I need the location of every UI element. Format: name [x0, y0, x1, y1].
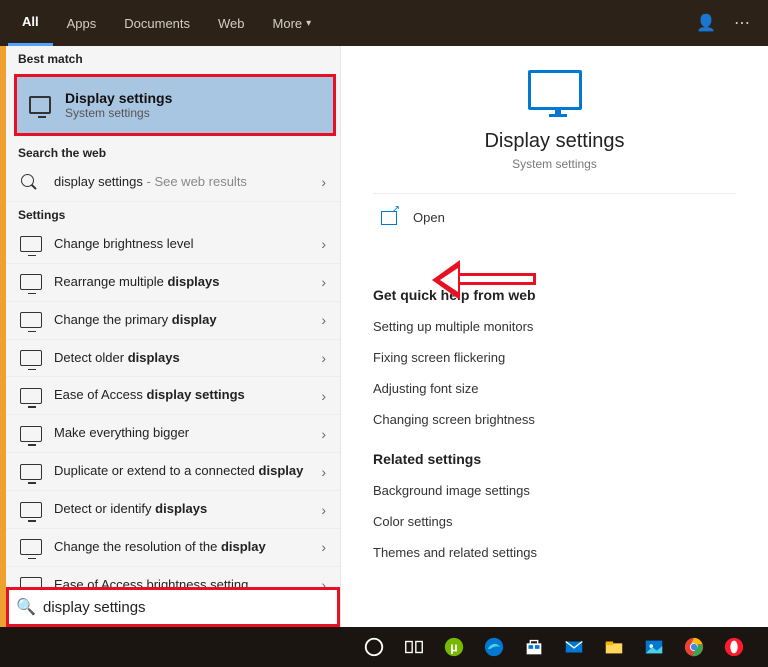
taskbar-chrome-icon[interactable]	[674, 627, 714, 667]
taskbar: µ	[0, 627, 768, 667]
tab-all[interactable]: All	[8, 0, 53, 46]
chevron-right-icon: ›	[321, 274, 326, 290]
open-button[interactable]: Open	[373, 193, 736, 241]
settings-row[interactable]: Make everything bigger›	[6, 415, 340, 453]
account-icon[interactable]: 👤	[688, 13, 724, 33]
search-tabs-bar: All Apps Documents Web More▾ 👤 ⋯	[0, 0, 768, 46]
settings-row[interactable]: Rearrange multiple displays›	[6, 264, 340, 302]
settings-row[interactable]: Change the primary display›	[6, 302, 340, 340]
help-link[interactable]: Fixing screen flickering	[373, 342, 736, 373]
monitor-icon	[20, 274, 42, 290]
related-settings-header: Related settings	[373, 451, 736, 467]
preview-title: Display settings	[373, 130, 736, 153]
preview-panel: Display settings System settings Open Ge…	[340, 46, 768, 627]
settings-row[interactable]: Detect or identify displays›	[6, 491, 340, 529]
tab-documents[interactable]: Documents	[110, 0, 204, 46]
search-web-header: Search the web	[6, 140, 340, 164]
monitor-icon	[20, 312, 42, 328]
best-match-item[interactable]: Display settings System settings	[14, 74, 336, 136]
search-icon: 🔍	[9, 597, 43, 617]
open-icon	[381, 211, 397, 225]
monitor-icon	[20, 426, 42, 442]
taskbar-utorrent-icon[interactable]: µ	[434, 627, 474, 667]
chevron-right-icon: ›	[321, 312, 326, 328]
taskbar-taskview-icon[interactable]	[394, 627, 434, 667]
taskbar-cortana-icon[interactable]	[354, 627, 394, 667]
more-options-icon[interactable]: ⋯	[724, 13, 760, 33]
chevron-right-icon: ›	[321, 388, 326, 404]
taskbar-opera-icon[interactable]	[714, 627, 754, 667]
search-box[interactable]: 🔍	[6, 587, 340, 627]
monitor-icon	[20, 350, 42, 366]
chevron-right-icon: ›	[321, 539, 326, 555]
related-link[interactable]: Background image settings	[373, 475, 736, 506]
help-link[interactable]: Adjusting font size	[373, 373, 736, 404]
related-link[interactable]: Color settings	[373, 506, 736, 537]
monitor-icon	[29, 96, 51, 114]
search-input[interactable]	[43, 599, 337, 616]
taskbar-edge-icon[interactable]	[474, 627, 514, 667]
best-match-header: Best match	[6, 46, 340, 70]
settings-row[interactable]: Ease of Access display settings›	[6, 377, 340, 415]
chevron-right-icon: ›	[321, 236, 326, 252]
preview-sub: System settings	[373, 157, 736, 171]
monitor-icon	[20, 388, 42, 404]
tab-apps[interactable]: Apps	[53, 0, 111, 46]
tab-more[interactable]: More▾	[259, 0, 326, 46]
settings-row[interactable]: Duplicate or extend to a connected displ…	[6, 453, 340, 491]
best-match-title: Display settings	[65, 90, 172, 106]
quick-help-header: Get quick help from web	[373, 287, 736, 303]
help-link[interactable]: Setting up multiple monitors	[373, 311, 736, 342]
chevron-down-icon: ▾	[306, 18, 311, 29]
tab-web[interactable]: Web	[204, 0, 259, 46]
monitor-large-icon	[528, 70, 582, 110]
settings-row[interactable]: Detect older displays›	[6, 340, 340, 378]
taskbar-mail-icon[interactable]	[554, 627, 594, 667]
chevron-right-icon: ›	[321, 350, 326, 366]
taskbar-explorer-icon[interactable]	[594, 627, 634, 667]
related-link[interactable]: Themes and related settings	[373, 537, 736, 568]
monitor-icon	[20, 236, 42, 252]
search-icon	[20, 174, 42, 190]
svg-text:µ: µ	[450, 640, 457, 655]
best-match-sub: System settings	[65, 106, 172, 120]
annotation-arrow	[456, 273, 536, 285]
taskbar-store-icon[interactable]	[514, 627, 554, 667]
monitor-icon	[20, 464, 42, 480]
chevron-right-icon: ›	[321, 174, 326, 190]
chevron-right-icon: ›	[321, 464, 326, 480]
settings-row[interactable]: Change brightness level›	[6, 226, 340, 264]
help-link[interactable]: Changing screen brightness	[373, 404, 736, 435]
monitor-icon	[20, 502, 42, 518]
chevron-right-icon: ›	[321, 426, 326, 442]
chevron-right-icon: ›	[321, 502, 326, 518]
settings-row[interactable]: Change the resolution of the display›	[6, 529, 340, 567]
results-panel: Best match Display settings System setti…	[0, 46, 340, 627]
settings-header: Settings	[6, 202, 340, 226]
monitor-icon	[20, 539, 42, 555]
web-result-row[interactable]: display settings - See web results ›	[6, 164, 340, 202]
taskbar-photos-icon[interactable]	[634, 627, 674, 667]
